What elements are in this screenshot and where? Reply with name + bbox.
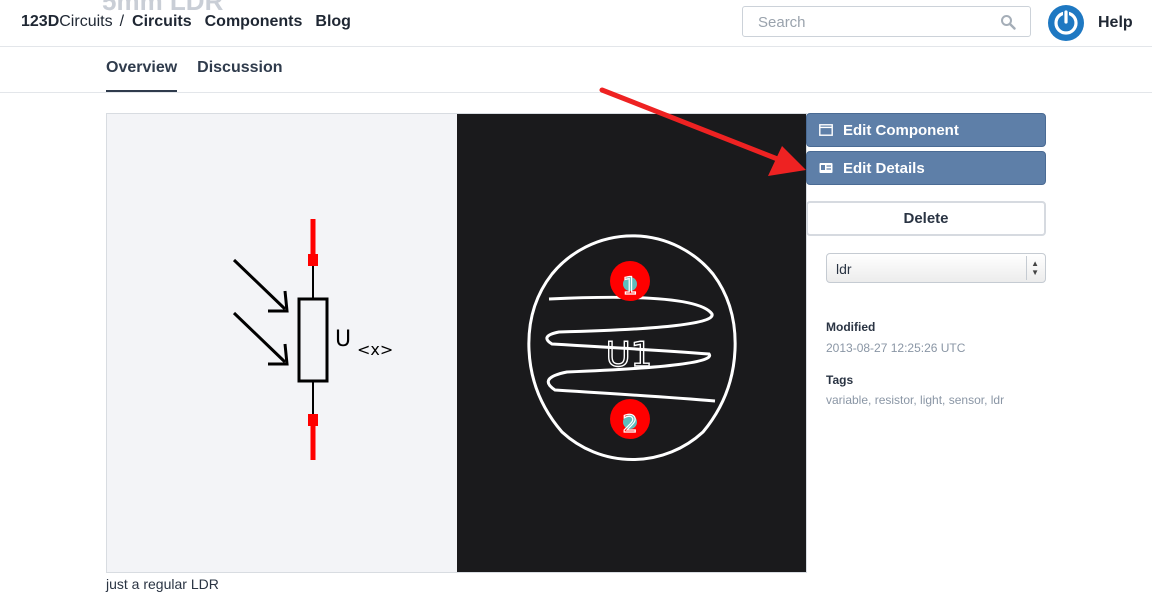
annotation-arrow [599,87,806,176]
